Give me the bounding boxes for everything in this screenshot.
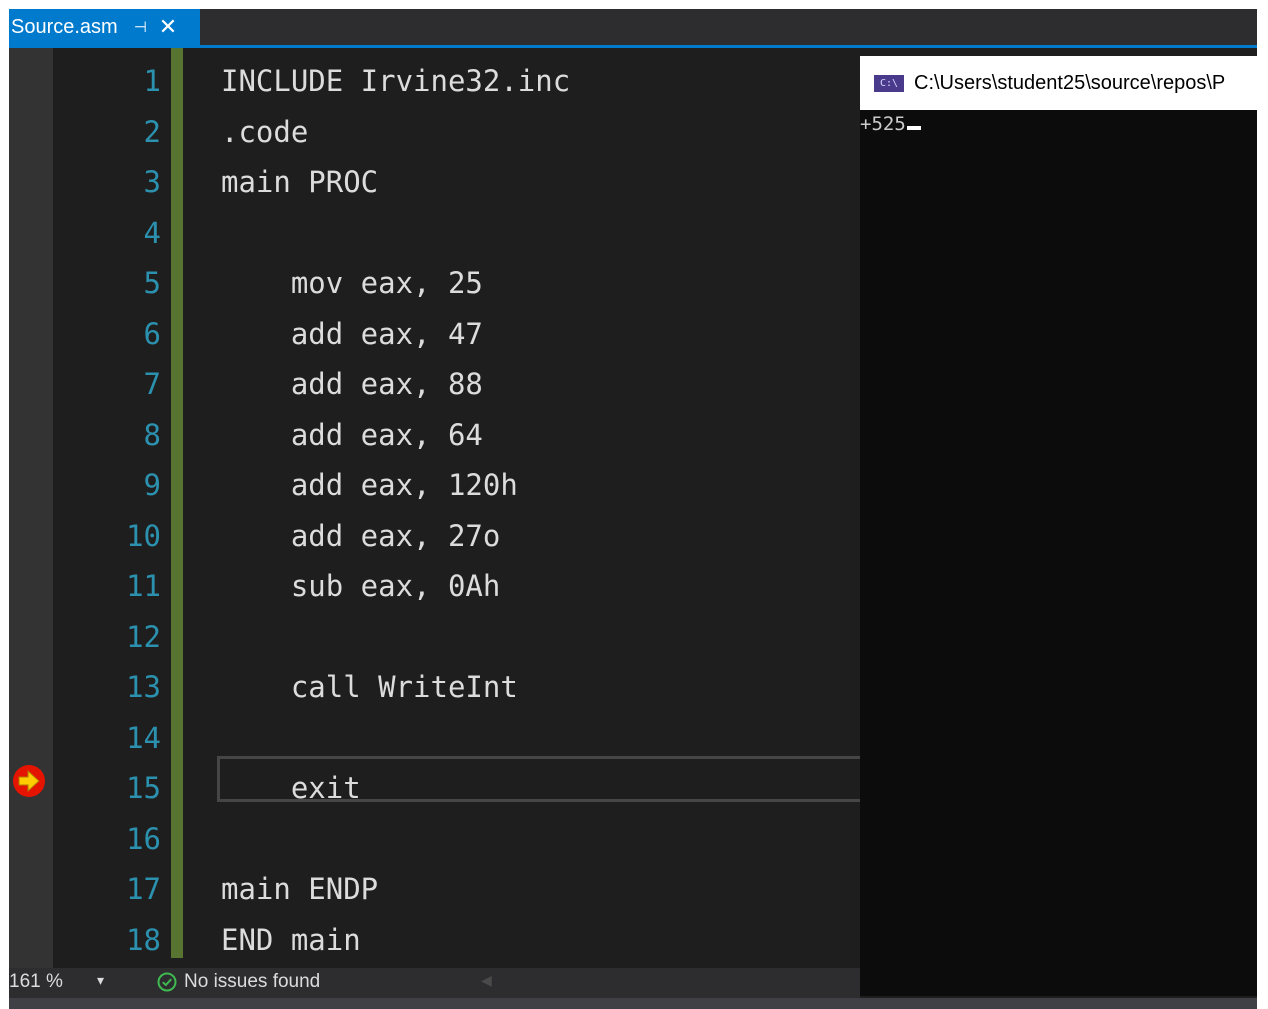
code-text[interactable]: .code xyxy=(221,107,308,157)
code-line[interactable]: 4 xyxy=(9,208,860,258)
ide-window: Source.asm ⊣ ✕ 1 INCLUDE Irvine32.inc 2 .co… xyxy=(9,9,1257,1009)
console-window[interactable]: C:\ C:\Users\student25\source\repos\P +5… xyxy=(860,56,1257,996)
code-line[interactable]: 9 add eax, 120h xyxy=(9,460,860,510)
line-number: 6 xyxy=(143,316,161,351)
zoom-dropdown-icon[interactable]: ▾ xyxy=(97,972,104,989)
line-number: 5 xyxy=(143,266,161,300)
issues-label: No issues found xyxy=(184,971,321,992)
breakpoint-current-statement-icon[interactable] xyxy=(12,764,46,798)
line-number: 10 xyxy=(126,518,161,553)
code-text[interactable]: add eax, 47 xyxy=(221,309,483,359)
line-number: 16 xyxy=(126,821,161,856)
line-number: 2 xyxy=(143,114,161,149)
current-line-highlight xyxy=(217,756,877,802)
code-text[interactable]: add eax, 120h xyxy=(221,460,518,510)
close-icon[interactable]: ✕ xyxy=(159,15,177,40)
code-line[interactable]: 7 add eax, 88 xyxy=(9,359,860,409)
code-text[interactable]: END main xyxy=(221,915,361,965)
code-text[interactable]: main ENDP xyxy=(221,864,378,914)
code-text[interactable]: call WriteInt xyxy=(221,662,518,712)
code-line[interactable]: 1 INCLUDE Irvine32.inc xyxy=(9,56,860,106)
code-line[interactable]: 2 .code xyxy=(9,107,860,157)
code-line[interactable]: 3 main PROC xyxy=(9,157,860,207)
line-number: 14 xyxy=(126,720,161,755)
code-text[interactable]: add eax, 27o xyxy=(221,511,501,561)
scroll-left-icon[interactable]: ◀ xyxy=(481,972,492,989)
line-number: 8 xyxy=(143,417,161,452)
console-output-text: +525 xyxy=(860,113,906,135)
console-app-icon: C:\ xyxy=(874,74,904,92)
document-tab-bar: Source.asm ⊣ ✕ xyxy=(9,9,1257,45)
text-cursor xyxy=(906,126,921,130)
line-number: 17 xyxy=(126,872,161,906)
code-line[interactable]: 16 xyxy=(9,814,860,864)
code-text[interactable]: main PROC xyxy=(221,157,378,207)
line-number: 15 xyxy=(126,771,161,805)
issues-indicator[interactable]: No issues found xyxy=(157,971,320,993)
line-number: 9 xyxy=(143,468,161,502)
line-number: 4 xyxy=(143,215,161,250)
tab-source-asm[interactable]: Source.asm ⊣ ✕ xyxy=(9,9,200,45)
code-text[interactable]: sub eax, 0Ah xyxy=(221,561,501,611)
tab-title: Source.asm xyxy=(11,15,118,38)
code-text[interactable]: add eax, 88 xyxy=(221,359,483,409)
code-text[interactable]: add eax, 64 xyxy=(221,410,483,460)
line-number: 7 xyxy=(143,367,161,401)
code-line[interactable]: 17 main ENDP xyxy=(9,864,860,914)
code-line[interactable]: 5 mov eax, 25 xyxy=(9,258,860,308)
code-line[interactable]: 8 add eax, 64 xyxy=(9,410,860,460)
line-number: 11 xyxy=(126,569,161,603)
console-title: C:\Users\student25\source\repos\P xyxy=(914,71,1226,94)
line-number: 13 xyxy=(126,670,161,704)
code-line[interactable]: 6 add eax, 47 xyxy=(9,309,860,359)
code-line[interactable]: 12 xyxy=(9,612,860,662)
code-text[interactable]: mov eax, 25 xyxy=(221,258,483,308)
code-line[interactable]: 11 sub eax, 0Ah xyxy=(9,561,860,611)
line-number: 3 xyxy=(143,165,161,199)
check-circle-icon xyxy=(157,972,177,992)
code-line[interactable]: 13 call WriteInt xyxy=(9,662,860,712)
code-line[interactable]: 14 xyxy=(9,713,860,763)
pin-icon[interactable]: ⊣ xyxy=(134,18,147,36)
line-number: 1 xyxy=(143,64,161,98)
line-number: 18 xyxy=(126,922,161,957)
zoom-level[interactable]: 161 % xyxy=(9,971,63,993)
code-text[interactable]: INCLUDE Irvine32.inc xyxy=(221,56,570,106)
console-title-bar[interactable]: C:\ C:\Users\student25\source\repos\P xyxy=(860,56,1257,110)
console-output: +525 xyxy=(860,113,921,135)
horizontal-scrollbar[interactable] xyxy=(9,998,1257,1009)
code-line[interactable]: 10 add eax, 27o xyxy=(9,511,860,561)
line-number: 12 xyxy=(126,619,161,654)
code-line[interactable]: 18 END main xyxy=(9,915,860,965)
editor-status-bar: 161 % ▾ No issues found ◀ xyxy=(9,968,860,998)
